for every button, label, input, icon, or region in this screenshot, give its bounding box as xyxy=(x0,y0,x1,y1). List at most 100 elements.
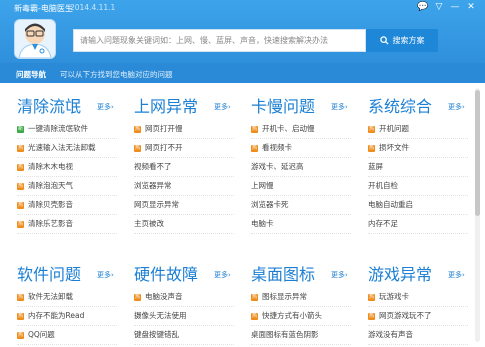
item-label: 开机问题 xyxy=(379,124,409,133)
list-item[interactable]: 热 QQ问题 xyxy=(17,326,117,345)
app-title: 新毒霸-电脑医生 xyxy=(14,4,73,13)
item-label: 内存不足 xyxy=(368,219,398,228)
hot-badge-icon: 热 xyxy=(134,293,141,301)
list-item[interactable]: 游戏卡、延迟高 xyxy=(251,158,351,177)
list-item[interactable]: 热清除贝壳影音 xyxy=(17,196,117,215)
item-label: 键盘按键错乱 xyxy=(134,330,179,339)
list-item[interactable]: 热清除乐艺影音 xyxy=(17,215,117,234)
list-item[interactable]: 蓝屏 xyxy=(368,158,468,177)
list-item[interactable]: 热清除泡泡天气 xyxy=(17,177,117,196)
vertical-scrollbar[interactable] xyxy=(475,88,480,342)
hot-badge-icon: 热 xyxy=(251,312,258,320)
item-label: 快捷方式有小箭头 xyxy=(262,311,322,320)
list-item[interactable]: 热看视频卡 xyxy=(251,139,351,158)
app-version: 2014.4.11.1 xyxy=(70,3,116,12)
list-item[interactable]: 热光速输入法无法卸载 xyxy=(17,139,117,158)
item-label: 电脑卡 xyxy=(251,219,274,228)
section-yingjian-guzhang: 硬件故障 更多› 热电脑没声音 摄像头无法使用 键盘按键错乱 xyxy=(134,261,234,345)
hot-badge-icon: 热 xyxy=(17,144,24,152)
hot-badge-icon: 热 xyxy=(17,331,24,339)
search-button[interactable]: 搜索方案 xyxy=(366,29,438,52)
more-link[interactable]: 更多› xyxy=(331,102,348,112)
search-input[interactable] xyxy=(73,29,366,52)
list-item[interactable]: 热内存不能为Read xyxy=(17,307,117,326)
item-label: 内存不能为Read xyxy=(28,311,85,320)
item-label: 网页显示异常 xyxy=(134,200,179,209)
hot-badge-icon: 热 xyxy=(17,163,24,171)
list-item[interactable]: 热网页打开慢 xyxy=(134,120,234,139)
item-label: 一键清除流氓软件 xyxy=(28,124,88,133)
list-item[interactable]: 热网页打不开 xyxy=(134,139,234,158)
hot-badge-icon: 热 xyxy=(17,201,24,209)
list-item[interactable]: 键盘按键错乱 xyxy=(134,326,234,345)
item-label: 损坏文件 xyxy=(379,143,409,152)
item-label: 软件无法卸载 xyxy=(28,292,73,301)
item-label: 视频看不了 xyxy=(134,162,172,171)
hot-badge-icon: 热 xyxy=(251,293,258,301)
list-item[interactable]: 主页被改 xyxy=(134,215,234,234)
more-link[interactable]: 更多› xyxy=(97,270,114,280)
more-link[interactable]: 更多› xyxy=(331,270,348,280)
list-item[interactable]: 桌面图标有蓝色阴影 xyxy=(251,326,351,345)
more-link[interactable]: 更多› xyxy=(97,102,114,112)
section-title: 系统综合 xyxy=(368,97,433,116)
item-label: 清除木木电视 xyxy=(28,162,73,171)
item-label: 网页游戏玩不了 xyxy=(379,311,432,320)
list-item[interactable]: 上网慢 xyxy=(251,177,351,196)
problem-categories: 清除流氓 更多› 新一键清除流氓软件 热光速输入法无法卸载 热清除木木电视 热清… xyxy=(0,83,472,347)
list-item[interactable]: 浏览器卡死 xyxy=(251,196,351,215)
feedback-icon[interactable]: 💬 xyxy=(415,1,431,13)
hot-badge-icon: 热 xyxy=(17,182,24,190)
list-item[interactable]: 电脑自动重启 xyxy=(368,196,468,215)
item-label: 主页被改 xyxy=(134,219,164,228)
list-item[interactable]: 热电脑没声音 xyxy=(134,288,234,307)
nav-label[interactable]: 问题导航 xyxy=(16,69,46,80)
item-label: 网页打不开 xyxy=(145,143,183,152)
hot-badge-icon: 热 xyxy=(17,293,24,301)
menu-icon[interactable]: ▽ xyxy=(431,1,447,13)
item-label: 上网慢 xyxy=(251,181,274,190)
item-label: 清除贝壳影音 xyxy=(28,200,73,209)
more-link[interactable]: 更多› xyxy=(214,102,231,112)
list-item[interactable]: 新一键清除流氓软件 xyxy=(17,120,117,139)
list-item[interactable]: 热图标显示异常 xyxy=(251,288,351,307)
list-item[interactable]: 热网页游戏玩不了 xyxy=(368,307,468,326)
hot-badge-icon: 热 xyxy=(368,144,375,152)
list-item[interactable]: 浏览器异常 xyxy=(134,177,234,196)
list-item[interactable]: 热开机问题 xyxy=(368,120,468,139)
item-label: 看视频卡 xyxy=(262,143,292,152)
search-button-label: 搜索方案 xyxy=(392,36,425,45)
list-item[interactable]: 网页显示异常 xyxy=(134,196,234,215)
close-icon[interactable]: ✕ xyxy=(463,1,479,13)
scrollbar-thumb[interactable] xyxy=(475,90,480,216)
app-window: 新毒霸-电脑医生 2014.4.11.1 💬 ▽ — ✕ 请输入问题现象关键词如… xyxy=(0,0,485,347)
list-item[interactable]: 热快捷方式有小箭头 xyxy=(251,307,351,326)
item-label: 开机卡、启动慢 xyxy=(262,124,315,133)
more-link[interactable]: 更多› xyxy=(214,270,231,280)
item-label: 清除乐艺影音 xyxy=(28,219,73,228)
list-item[interactable]: 电脑卡 xyxy=(251,215,351,234)
section-title: 上网异常 xyxy=(134,97,199,116)
window-controls: 💬 ▽ — ✕ xyxy=(415,1,479,13)
list-item[interactable]: 开机自检 xyxy=(368,177,468,196)
list-item[interactable]: 热清除木木电视 xyxy=(17,158,117,177)
section-title: 软件问题 xyxy=(17,265,82,284)
item-label: 浏览器异常 xyxy=(134,181,172,190)
item-label: QQ问题 xyxy=(28,330,55,339)
hot-badge-icon: 热 xyxy=(134,144,141,152)
more-link[interactable]: 更多› xyxy=(448,270,465,280)
item-label: 光速输入法无法卸载 xyxy=(28,143,96,152)
hot-badge-icon: 热 xyxy=(368,125,375,133)
title-bar: 新毒霸-电脑医生 2014.4.11.1 💬 ▽ — ✕ xyxy=(0,0,485,14)
list-item[interactable]: 热软件无法卸载 xyxy=(17,288,117,307)
more-link[interactable]: 更多› xyxy=(448,102,465,112)
list-item[interactable]: 视频看不了 xyxy=(134,158,234,177)
list-item[interactable]: 热开机卡、启动慢 xyxy=(251,120,351,139)
minimize-icon[interactable]: — xyxy=(447,1,463,13)
list-item[interactable]: 热玩游戏卡 xyxy=(368,288,468,307)
section-shangwang-yichang: 上网异常 更多› 热网页打开慢 热网页打不开 视频看不了 浏览器异常 网页显示异… xyxy=(134,93,234,234)
list-item[interactable]: 热损坏文件 xyxy=(368,139,468,158)
list-item[interactable]: 内存不足 xyxy=(368,215,468,234)
list-item[interactable]: 游戏没有声音 xyxy=(368,326,468,345)
list-item[interactable]: 摄像头无法使用 xyxy=(134,307,234,326)
